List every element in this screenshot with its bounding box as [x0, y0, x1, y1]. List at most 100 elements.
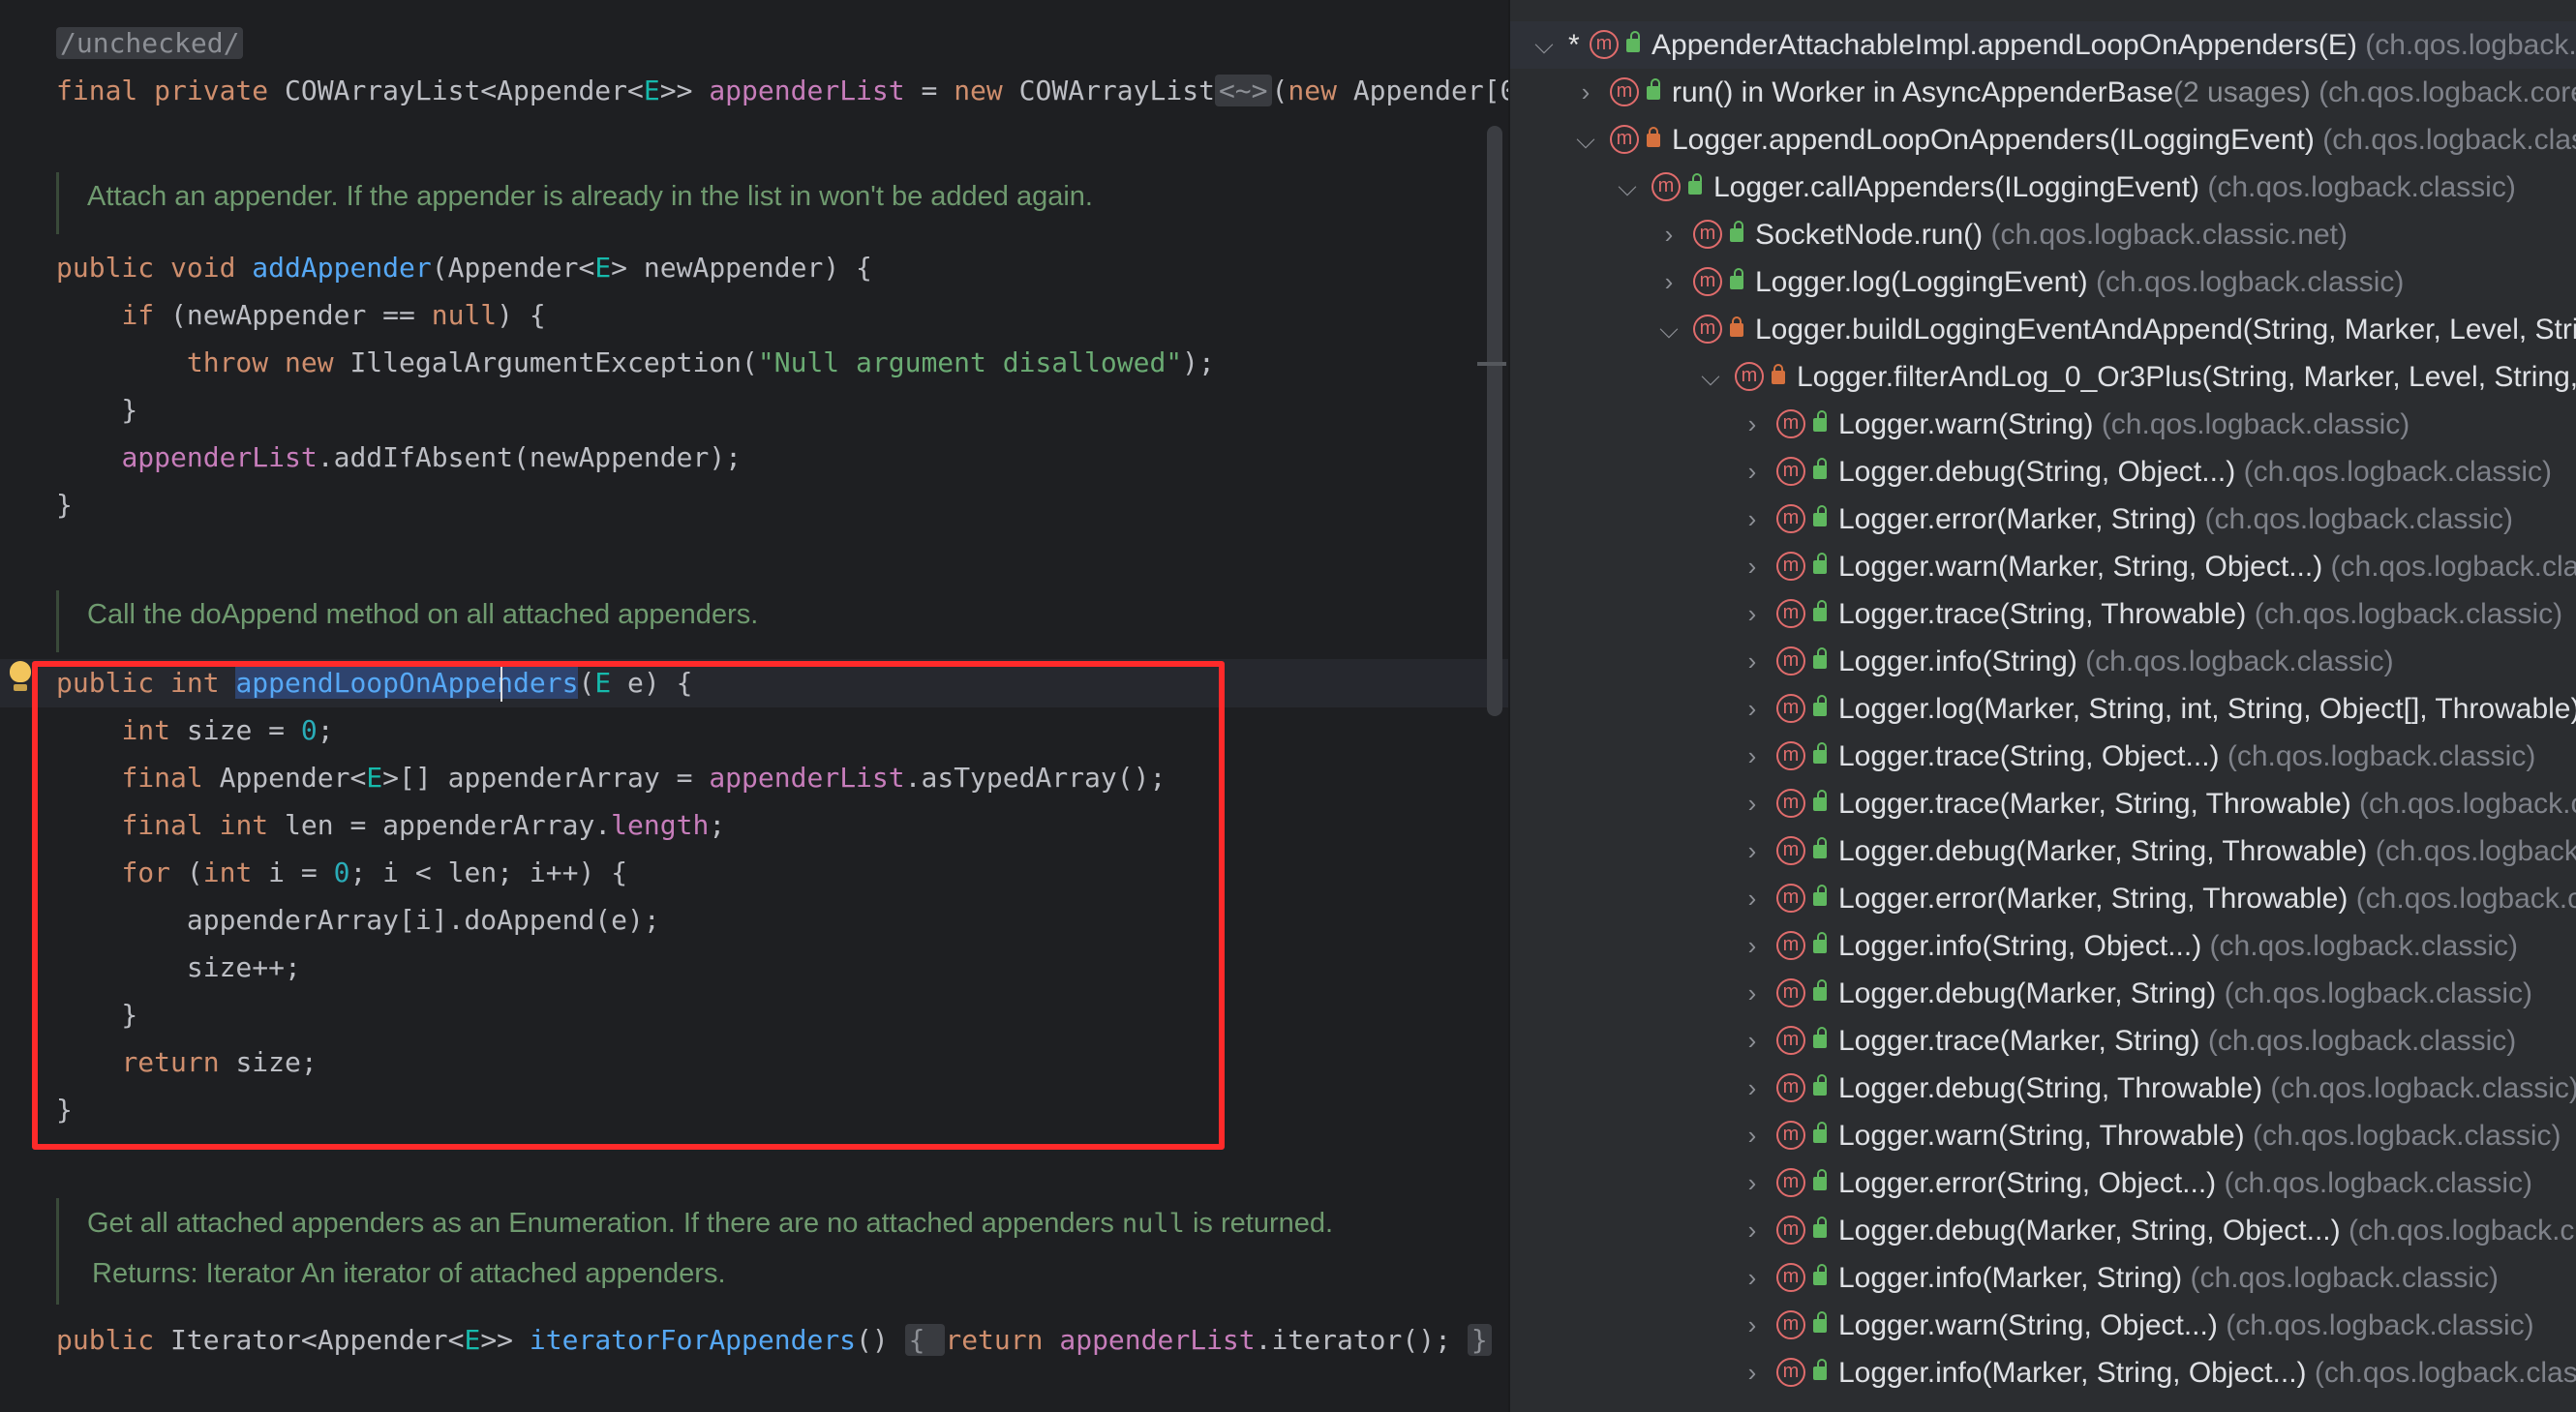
public-access-icon	[1813, 647, 1827, 669]
ide-window: /unchecked/ final private COWArrayList<A…	[0, 0, 2576, 1412]
tree-row[interactable]: ⌵ * m AppenderAttachableImpl.appendLoopOnAp…	[1510, 21, 2576, 69]
chevron-right-icon[interactable]: ›	[1740, 1065, 1765, 1112]
chevron-right-icon[interactable]: ›	[1573, 69, 1598, 116]
code-line-addIfAbsent[interactable]: appenderList.addIfAbsent(newAppender);	[56, 434, 1508, 481]
tree-row[interactable]: › m Logger.trace(String, Throwable) (ch.qo…	[1510, 590, 2576, 638]
chevron-right-icon[interactable]: ›	[1740, 543, 1765, 590]
doc-text: Get all attached appenders as an Enumera…	[87, 1208, 1122, 1239]
tree-row[interactable]: › m Logger.trace(String, Object...) (ch.qo…	[1510, 733, 2576, 780]
editor-scrollbar[interactable]	[1487, 126, 1502, 716]
tree-row[interactable]: › m Logger.trace(Marker, String) (ch.qos.l…	[1510, 1017, 2576, 1065]
chevron-right-icon[interactable]: ›	[1740, 638, 1765, 685]
code-line-throw[interactable]: throw new IllegalArgumentException("Null…	[56, 339, 1508, 386]
tree-row[interactable]: ⌵ m Logger.filterAndLog_0_Or3Plus(String, …	[1510, 353, 2576, 401]
method-name: Logger.callAppenders(ILoggingEvent)	[1713, 171, 2200, 203]
code-token: >>	[480, 1324, 530, 1356]
chevron-right-icon[interactable]: ›	[1740, 733, 1765, 780]
tree-row[interactable]: › m Logger.info(String) (ch.qos.logback.cl…	[1510, 638, 2576, 685]
method-icon: m	[1776, 1026, 1805, 1055]
tree-row[interactable]: ⌵ m Logger.callAppenders(ILoggingEvent) (c…	[1510, 164, 2576, 211]
chevron-right-icon[interactable]: ›	[1656, 211, 1682, 258]
package-name: (ch.qos.logback.classic)	[2226, 1309, 2534, 1341]
method-icon: m	[1776, 931, 1805, 960]
chevron-down-icon[interactable]: ⌵	[1615, 164, 1640, 211]
tree-row[interactable]: › m SocketNode.run() (ch.qos.logback.class…	[1510, 211, 2576, 258]
method-icon: m	[1590, 30, 1619, 59]
method-name: Logger.trace(Marker, String, Throwable)	[1838, 788, 2351, 820]
chevron-right-icon[interactable]: ›	[1740, 1017, 1765, 1065]
code-token: .iterator();	[1255, 1324, 1468, 1356]
chevron-down-icon[interactable]: ⌵	[1531, 21, 1557, 69]
chevron-right-icon[interactable]: ›	[1740, 1302, 1765, 1349]
code-line-iterator[interactable]: public Iterator<Appender<E>> iteratorFor…	[56, 1316, 1508, 1364]
tree-row[interactable]: › m Logger.log(LoggingEvent) (ch.qos.logba…	[1510, 258, 2576, 306]
call-hierarchy-tree[interactable]: ⌵ * m AppenderAttachableImpl.appendLoopOnAp…	[1508, 0, 2576, 1412]
tree-row[interactable]: › m Logger.warn(String, Throwable) (ch.qos…	[1510, 1112, 2576, 1159]
chevron-right-icon[interactable]: ›	[1740, 1349, 1765, 1397]
code-line-field[interactable]: final private COWArrayList<Appender<E>> …	[56, 67, 1508, 114]
chevron-right-icon[interactable]: ›	[1656, 258, 1682, 306]
method-name: Logger.trace(String, Throwable)	[1838, 598, 2247, 630]
tree-row[interactable]: › m Logger.error(Marker, String) (ch.qos.l…	[1510, 496, 2576, 543]
tree-row[interactable]: › m Logger.error(String, Object...) (ch.qo…	[1510, 1159, 2576, 1207]
chevron-right-icon[interactable]: ›	[1740, 970, 1765, 1017]
tree-row[interactable]: › m Logger.debug(String, Object...) (ch.qo…	[1510, 448, 2576, 496]
chevron-right-icon[interactable]: ›	[1740, 1159, 1765, 1207]
method-name: Logger.error(Marker, String, Throwable)	[1838, 883, 2349, 915]
chevron-right-icon[interactable]: ›	[1740, 496, 1765, 543]
code-line-addAppender[interactable]: public void addAppender(Appender<E> newA…	[56, 244, 1508, 291]
chevron-right-icon[interactable]: ›	[1740, 1112, 1765, 1159]
code-line-if-close[interactable]: }	[56, 386, 1508, 434]
tree-row[interactable]: › m Logger.warn(Marker, String, Object...)…	[1510, 543, 2576, 590]
tree-row[interactable]: › m Logger.trace(Marker, String, Throwable…	[1510, 780, 2576, 827]
chevron-down-icon[interactable]: ⌵	[1573, 116, 1598, 164]
code-token: iteratorForAppenders	[529, 1324, 857, 1356]
code-line-add-close[interactable]: }	[56, 481, 1508, 528]
public-access-icon	[1813, 790, 1827, 811]
chevron-right-icon[interactable]: ›	[1740, 401, 1765, 448]
chevron-right-icon[interactable]: ›	[1740, 922, 1765, 970]
lightbulb-icon[interactable]	[10, 661, 31, 682]
tree-row-label: Logger.error(String, Object...) (ch.qos.…	[1838, 1159, 2532, 1207]
method-icon: m	[1776, 504, 1805, 533]
method-name: Logger.info(String)	[1838, 646, 2077, 677]
chevron-right-icon[interactable]: ›	[1740, 780, 1765, 827]
tree-row[interactable]: › m Logger.debug(Marker, String, Throwable…	[1510, 827, 2576, 875]
method-name: Logger.info(Marker, String)	[1838, 1262, 2183, 1294]
tree-row[interactable]: ⌵ m Logger.appendLoopOnAppenders(ILoggingE…	[1510, 116, 2576, 164]
chevron-right-icon[interactable]: ›	[1740, 875, 1765, 922]
chevron-down-icon[interactable]: ⌵	[1698, 353, 1723, 401]
code-token: }	[1467, 1324, 1492, 1356]
tree-row[interactable]: › m Logger.debug(String, Throwable) (ch.qo…	[1510, 1065, 2576, 1112]
tree-row[interactable]: › m Logger.error(Marker, String, Throwable…	[1510, 875, 2576, 922]
tree-row[interactable]: › m Logger.debug(Marker, String) (ch.qos.l…	[1510, 970, 2576, 1017]
method-icon: m	[1776, 1263, 1805, 1292]
package-name: (ch.qos.logback.classic)	[2095, 266, 2405, 298]
tree-row[interactable]: › m Logger.debug(Marker, String, Object...…	[1510, 1207, 2576, 1254]
tree-row[interactable]: › m Logger.info(String, Object...) (ch.qos…	[1510, 922, 2576, 970]
tree-row[interactable]: › m Logger.log(Marker, String, int, String…	[1510, 685, 2576, 733]
tree-row[interactable]: › m Logger.info(Marker, String) (ch.qos.lo…	[1510, 1254, 2576, 1302]
code-token: E	[594, 252, 612, 284]
tree-row[interactable]: ⌵ m Logger.buildLoggingEventAndAppend(Stri…	[1510, 306, 2576, 353]
tree-row-label: Logger.buildLoggingEventAndAppend(String…	[1755, 306, 2576, 353]
chevron-right-icon[interactable]: ›	[1740, 448, 1765, 496]
tree-row-label: run() in Worker in AsyncAppenderBase(2 u…	[1672, 69, 2576, 116]
code-editor[interactable]: /unchecked/ final private COWArrayList<A…	[0, 0, 1508, 1412]
chevron-down-icon[interactable]: ⌵	[1656, 306, 1682, 353]
chevron-right-icon[interactable]: ›	[1740, 827, 1765, 875]
method-icon: m	[1776, 836, 1805, 865]
code-line-if[interactable]: if (newAppender == null) {	[56, 291, 1508, 339]
chevron-right-icon[interactable]: ›	[1740, 590, 1765, 638]
chevron-right-icon[interactable]: ›	[1740, 1254, 1765, 1302]
chevron-right-icon[interactable]: ›	[1740, 1207, 1765, 1254]
package-name: (ch.qos.logback.classic)	[2348, 1215, 2576, 1247]
method-icon: m	[1776, 646, 1805, 676]
tree-row[interactable]: › m Logger.warn(String, Object...) (ch.qos…	[1510, 1302, 2576, 1349]
tree-row[interactable]: › m run() in Worker in AsyncAppenderBase(2…	[1510, 69, 2576, 116]
chevron-right-icon[interactable]: ›	[1740, 685, 1765, 733]
code-line-unchecked[interactable]: /unchecked/	[56, 19, 1508, 67]
code-token: > newAppender) {	[611, 252, 872, 284]
tree-row[interactable]: › m Logger.warn(String) (ch.qos.logback.cl…	[1510, 401, 2576, 448]
tree-row[interactable]: › m Logger.info(Marker, String, Object...)…	[1510, 1349, 2576, 1397]
